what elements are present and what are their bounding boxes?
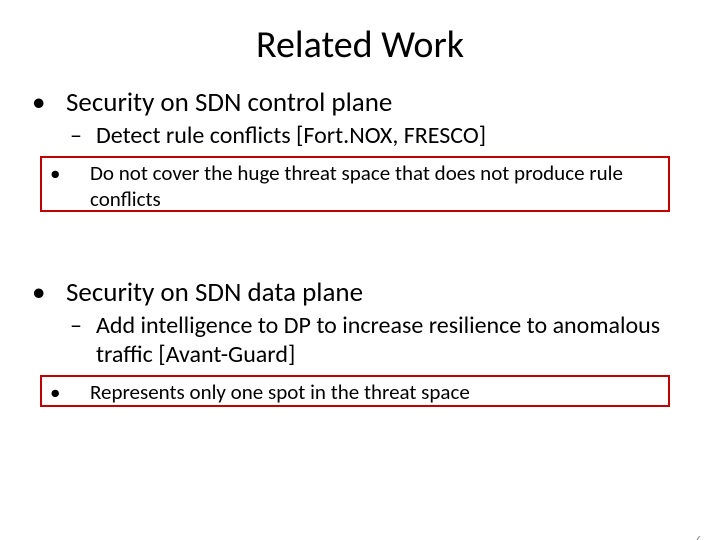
bullet-dot-icon: •	[26, 86, 66, 119]
bullet-dot-icon: •	[46, 160, 90, 186]
bullet-level-2: – Add intelligence to DP to increase res…	[26, 311, 694, 369]
section-heading: Security on SDN control plane	[66, 86, 392, 119]
bullet-dash-icon: –	[70, 121, 96, 150]
bullet-level-3: • Do not cover the huge threat space tha…	[26, 156, 694, 216]
bullet-level-1: • Security on SDN control plane	[26, 86, 694, 119]
bullet-level-2: – Detect rule conflicts [Fort.NOX, FRESC…	[26, 121, 694, 150]
bullet-level-3: • Represents only one spot in the threat…	[26, 375, 694, 409]
callout-text: Do not cover the huge threat space that …	[90, 160, 684, 212]
bullet-level-1: • Security on SDN data plane	[26, 276, 694, 309]
section-subheading: Detect rule conflicts [Fort.NOX, FRESCO]	[96, 121, 486, 150]
spacer	[26, 222, 694, 270]
section-heading: Security on SDN data plane	[66, 276, 363, 309]
section-subheading: Add intelligence to DP to increase resil…	[96, 311, 694, 369]
bullet-dash-icon: –	[70, 311, 96, 340]
slide-title: Related Work	[0, 22, 720, 68]
slide: Related Work • Security on SDN control p…	[0, 22, 720, 540]
bullet-dot-icon: •	[46, 379, 90, 405]
slide-body: • Security on SDN control plane – Detect…	[0, 86, 720, 409]
page-number: 6	[695, 533, 702, 540]
callout-text: Represents only one spot in the threat s…	[90, 379, 470, 405]
callout-row: • Do not cover the huge threat space tha…	[26, 156, 694, 216]
callout-row: • Represents only one spot in the threat…	[26, 375, 694, 409]
bullet-dot-icon: •	[26, 276, 66, 309]
